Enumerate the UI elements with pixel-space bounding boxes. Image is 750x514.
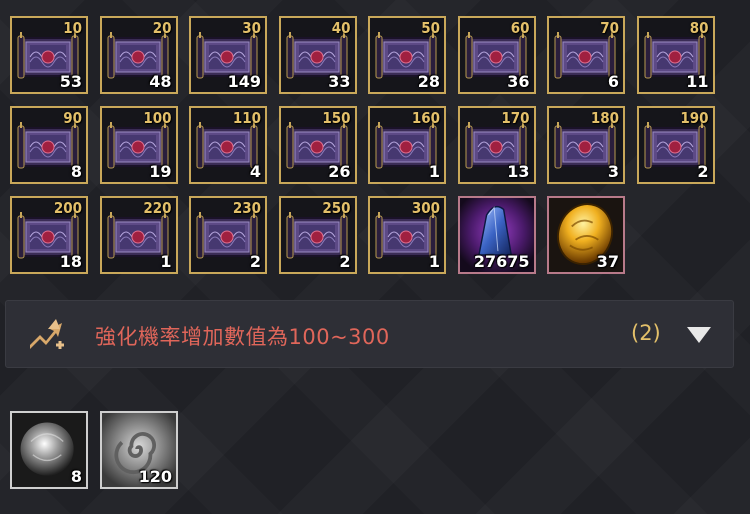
slot-count: 2 <box>697 162 709 181</box>
slot-level: 250 <box>322 199 351 217</box>
slot-count: 6 <box>607 72 619 91</box>
slot-count: 8 <box>70 162 82 181</box>
scroll-slot[interactable]: 20 48 <box>99 16 178 94</box>
slot-count: 36 <box>507 72 530 91</box>
slot-level: 200 <box>53 199 82 217</box>
slot-level: 30 <box>242 19 261 37</box>
slot-count: 19 <box>149 162 172 181</box>
slot-level: 170 <box>501 109 530 127</box>
slot-count: 1 <box>160 252 172 271</box>
slot-level: 10 <box>63 19 82 37</box>
slot-level: 90 <box>63 109 82 127</box>
slot-count: 2 <box>249 252 261 271</box>
scroll-slot[interactable]: 40 33 <box>278 16 357 94</box>
slot-count: 53 <box>59 72 82 91</box>
slot-count: 11 <box>686 72 709 91</box>
scroll-slot[interactable]: 200 18 <box>10 196 88 274</box>
scroll-slot[interactable]: 150 26 <box>278 106 357 184</box>
scroll-slot[interactable]: 70 6 <box>547 16 625 94</box>
scroll-slot[interactable]: 100 19 <box>99 106 178 184</box>
slot-level: 50 <box>421 19 440 37</box>
slot-count: 37 <box>596 252 619 271</box>
slot-level: 80 <box>689 19 709 37</box>
item-slot[interactable]: 8 <box>10 411 88 489</box>
chevron-down-icon[interactable] <box>686 326 712 344</box>
scroll-slot[interactable]: 60 36 <box>457 16 536 94</box>
slot-level: 110 <box>232 109 261 127</box>
item-slot[interactable]: 120 <box>100 411 178 489</box>
option-count: (2) <box>631 321 661 345</box>
slot-level: 60 <box>510 19 530 37</box>
slot-level: 150 <box>322 109 351 127</box>
scroll-slot[interactable]: 190 2 <box>636 106 715 184</box>
slot-count: 1 <box>428 162 440 181</box>
slot-count: 27675 <box>473 252 530 271</box>
slot-level: 70 <box>600 19 619 37</box>
slot-count: 2 <box>339 252 351 271</box>
slot-count: 8 <box>70 467 82 486</box>
option-label: 強化機率增加數值為100~300 <box>95 325 390 349</box>
material-slot[interactable]: 27675 <box>457 196 536 274</box>
slot-level: 20 <box>152 19 172 37</box>
slot-level: 220 <box>143 199 172 217</box>
slot-count: 3 <box>607 162 619 181</box>
scroll-slot[interactable]: 50 28 <box>368 16 446 94</box>
slot-count: 13 <box>507 162 530 181</box>
inventory-grid: 10 53 20 48 30 149 40 33 50 28 60 36 70 6 80 11 … <box>10 16 715 274</box>
slot-count: 120 <box>138 467 172 486</box>
slot-count: 18 <box>59 252 82 271</box>
option-filter-bar[interactable]: 強化機率增加數值為100~300 (2) <box>5 300 734 368</box>
scroll-slot[interactable]: 170 13 <box>457 106 536 184</box>
slot-count: 26 <box>328 162 351 181</box>
scroll-slot[interactable]: 230 2 <box>189 196 267 274</box>
slot-level: 300 <box>411 199 440 217</box>
slot-level: 100 <box>143 109 172 127</box>
secondary-items: 8 120 <box>10 411 178 489</box>
scroll-slot[interactable]: 30 149 <box>189 16 267 94</box>
scroll-slot[interactable]: 220 1 <box>99 196 178 274</box>
slot-count: 149 <box>227 72 261 91</box>
scroll-slot[interactable]: 180 3 <box>547 106 625 184</box>
scroll-slot[interactable]: 90 8 <box>10 106 88 184</box>
slot-level: 190 <box>680 109 709 127</box>
scroll-slot[interactable]: 160 1 <box>368 106 446 184</box>
scroll-slot[interactable]: 80 11 <box>636 16 715 94</box>
scroll-slot[interactable]: 250 2 <box>278 196 357 274</box>
slot-level: 160 <box>411 109 440 127</box>
scroll-slot[interactable]: 10 53 <box>10 16 88 94</box>
slot-count: 28 <box>417 72 440 91</box>
material-slot[interactable]: 37 <box>547 196 625 274</box>
slot-count: 1 <box>428 252 440 271</box>
slot-count: 33 <box>328 72 351 91</box>
slot-level: 180 <box>590 109 619 127</box>
slot-count: 4 <box>249 162 261 181</box>
scroll-slot[interactable]: 300 1 <box>368 196 446 274</box>
upgrade-plus-icon <box>30 319 64 349</box>
slot-level: 40 <box>331 19 351 37</box>
slot-level: 230 <box>232 199 261 217</box>
slot-count: 48 <box>149 72 172 91</box>
scroll-slot[interactable]: 110 4 <box>189 106 267 184</box>
